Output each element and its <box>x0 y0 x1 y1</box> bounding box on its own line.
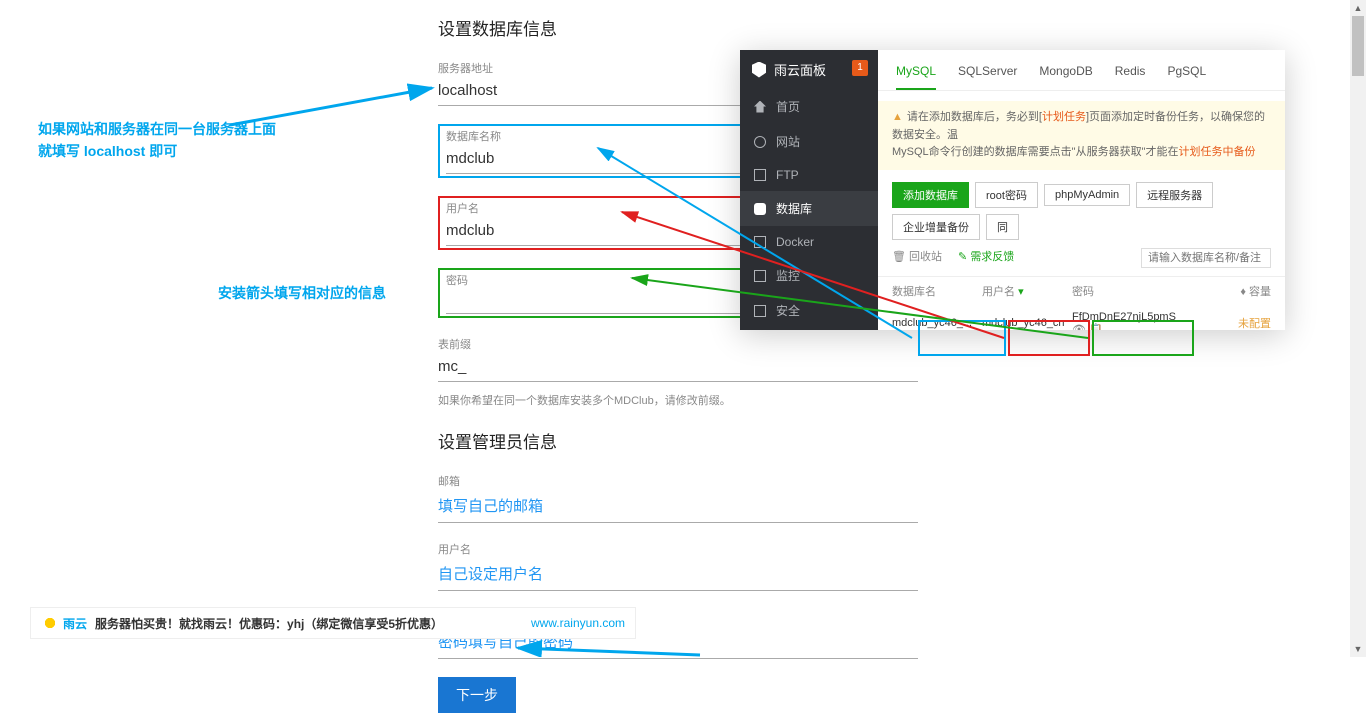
prefix-label: 表前缀 <box>438 336 918 352</box>
email-label: 邮箱 <box>438 473 918 489</box>
td-dbname: mdclub_yc46_... <box>892 317 982 329</box>
search-input[interactable] <box>1141 248 1271 268</box>
annotation-line1: 如果网站和服务器在同一台服务器上面 <box>38 118 276 140</box>
tab-mysql[interactable]: MySQL <box>896 64 936 90</box>
admin-section-title: 设置管理员信息 <box>438 428 918 453</box>
footer-text: 服务器怕买贵！就找雨云！优惠码：yhj（绑定微信享受5折优惠） <box>95 615 443 632</box>
docker-icon <box>754 236 766 248</box>
sidebar-item-home[interactable]: 首页 <box>740 89 878 124</box>
footer-bar: 雨云 服务器怕买贵！就找雨云！优惠码：yhj（绑定微信享受5折优惠） www.r… <box>30 607 636 639</box>
prefix-value[interactable]: mc_ <box>438 354 918 382</box>
sync-button[interactable]: 同 <box>986 214 1019 240</box>
sidebar-item-database[interactable]: 数据库 <box>740 191 878 226</box>
td-pwd: FfDmDnE27njL5pmS👁 📋 <box>1072 311 1172 330</box>
prefix-field[interactable]: 表前缀 mc_ <box>438 336 918 382</box>
security-icon <box>754 305 766 317</box>
tab-sqlserver[interactable]: SQLServer <box>958 64 1017 90</box>
sidebar-item-monitor[interactable]: 监控 <box>740 258 878 293</box>
add-db-button[interactable]: 添加数据库 <box>892 182 969 208</box>
th-capacity: ♦ 容量 <box>1172 283 1271 299</box>
db-tabs: MySQL SQLServer MongoDB Redis PgSQL <box>878 50 1285 91</box>
table-row[interactable]: mdclub_yc46_... mdclub_yc46_cn FfDmDnE27… <box>878 305 1285 330</box>
database-icon <box>754 203 766 215</box>
phpmyadmin-button[interactable]: phpMyAdmin <box>1044 184 1130 206</box>
panel-main: MySQL SQLServer MongoDB Redis PgSQL ▲请在添… <box>878 50 1285 330</box>
footer-brand: 雨云 <box>63 615 87 632</box>
password-label: 密码 <box>446 272 740 288</box>
panel-screenshot: 雨云面板 1 首页 网站 FTP 数据库 Docker 监控 安全 MySQL … <box>740 50 1285 330</box>
panel-sidebar: 雨云面板 1 首页 网站 FTP 数据库 Docker 监控 安全 <box>740 50 878 330</box>
th-dbname[interactable]: 数据库名 <box>892 283 982 299</box>
tab-redis[interactable]: Redis <box>1115 64 1146 90</box>
scroll-up-icon[interactable]: ▲ <box>1350 0 1366 16</box>
sidebar-item-docker[interactable]: Docker <box>740 226 878 258</box>
annotation-localhost: 如果网站和服务器在同一台服务器上面 就填写 localhost 即可 <box>38 118 276 163</box>
td-user: mdclub_yc46_cn <box>982 317 1072 329</box>
password-field[interactable]: 密码 <box>438 268 748 318</box>
sidebar-item-site[interactable]: 网站 <box>740 124 878 159</box>
root-pwd-button[interactable]: root密码 <box>975 182 1038 208</box>
shield-icon <box>752 62 766 78</box>
monitor-icon <box>754 270 766 282</box>
globe-icon <box>754 136 766 148</box>
tab-mongodb[interactable]: MongoDB <box>1039 64 1092 90</box>
notification-badge[interactable]: 1 <box>852 60 868 76</box>
recycle-link[interactable]: 🗑 回收站 <box>892 248 942 268</box>
page-scrollbar[interactable]: ▲ ▼ <box>1350 0 1366 657</box>
warning-box: ▲请在添加数据库后，务必到[计划任务]页面添加定时备份任务，以确保您的数据安全。… <box>878 101 1285 170</box>
eye-icon[interactable]: 👁 📋 <box>1072 324 1103 330</box>
backup-button[interactable]: 企业增量备份 <box>892 214 980 240</box>
email-field[interactable]: 邮箱 填写自己的邮箱 <box>438 473 918 523</box>
warn-link1[interactable]: 计划任务 <box>1042 111 1086 123</box>
sun-icon <box>41 614 59 632</box>
annotation-line2: 就填写 localhost 即可 <box>38 140 276 162</box>
scroll-down-icon[interactable]: ▼ <box>1350 641 1366 657</box>
admin-user-label: 用户名 <box>438 541 918 557</box>
warning-icon: ▲ <box>892 111 903 123</box>
prefix-hint: 如果你希望在同一个数据库安装多个MDClub，请修改前缀。 <box>438 392 918 408</box>
footer-link[interactable]: www.rainyun.com <box>531 616 625 630</box>
db-section-title: 设置数据库信息 <box>438 15 918 40</box>
admin-user-placeholder[interactable]: 自己设定用户名 <box>438 559 918 591</box>
td-capacity: 未配置 <box>1172 315 1271 330</box>
email-placeholder[interactable]: 填写自己的邮箱 <box>438 491 918 523</box>
panel-header: 雨云面板 1 <box>740 50 878 89</box>
username-value[interactable]: mdclub <box>446 218 740 246</box>
tab-pgsql[interactable]: PgSQL <box>1167 64 1206 90</box>
warn-link2[interactable]: 计划任务中备份 <box>1178 146 1255 158</box>
sidebar-item-ftp[interactable]: FTP <box>740 159 878 191</box>
sort-icon: ▾ <box>1018 286 1024 298</box>
panel-title: 雨云面板 <box>774 60 826 79</box>
admin-user-field[interactable]: 用户名 自己设定用户名 <box>438 541 918 591</box>
remote-server-button[interactable]: 远程服务器 <box>1136 182 1213 208</box>
next-button[interactable]: 下一步 <box>438 677 516 713</box>
sidebar-item-security[interactable]: 安全 <box>740 293 878 328</box>
username-field[interactable]: 用户名 mdclub <box>438 196 748 250</box>
annotation-arrow-note: 安装箭头填写相对应的信息 <box>218 282 386 304</box>
table-head: 数据库名 用户名 ▾ 密码 ♦ 容量 <box>878 276 1285 305</box>
password-value[interactable] <box>446 290 740 314</box>
th-user[interactable]: 用户名 ▾ <box>982 283 1072 299</box>
sub-row: 🗑 回收站 ✎ 需求反馈 <box>878 246 1285 276</box>
feedback-link[interactable]: ✎ 需求反馈 <box>958 248 1014 268</box>
ftp-icon <box>754 169 766 181</box>
search-wrap <box>1141 248 1271 268</box>
home-icon <box>754 101 766 113</box>
button-row: 添加数据库 root密码 phpMyAdmin 远程服务器 企业增量备份 同 <box>878 176 1285 246</box>
scroll-thumb[interactable] <box>1352 16 1364 76</box>
username-label: 用户名 <box>446 200 740 216</box>
th-pwd: 密码 <box>1072 283 1172 299</box>
